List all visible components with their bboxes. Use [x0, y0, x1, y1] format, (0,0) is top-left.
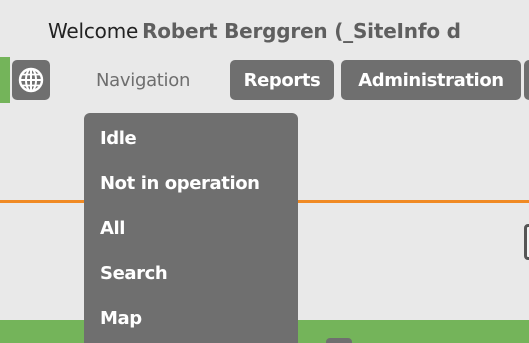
- nav-navigation[interactable]: Navigation: [96, 70, 190, 91]
- dropdown-item-map[interactable]: Map: [100, 308, 142, 329]
- welcome-user[interactable]: Robert Berggren (_SiteInfo d: [142, 19, 461, 43]
- dropdown-item-not-in-operation[interactable]: Not in operation: [100, 173, 260, 194]
- green-bar-chip[interactable]: [326, 338, 352, 343]
- navigation-dropdown: Idle Not in operation All Search Map: [84, 113, 298, 343]
- edge-checkbox[interactable]: [524, 224, 529, 260]
- dropdown-item-all[interactable]: All: [100, 218, 125, 239]
- dropdown-item-search[interactable]: Search: [100, 263, 168, 284]
- left-accent-bar: [0, 57, 10, 103]
- welcome-prefix: Welcome: [48, 19, 139, 43]
- globe-icon: [18, 67, 44, 93]
- dropdown-item-idle[interactable]: Idle: [100, 128, 137, 149]
- welcome-text: Welcome Robert Berggren (_SiteInfo d: [48, 19, 461, 43]
- page: Welcome Robert Berggren (_SiteInfo d Navi…: [0, 0, 529, 343]
- more-nav-button[interactable]: [524, 60, 529, 100]
- administration-button[interactable]: Administration: [341, 60, 521, 100]
- globe-button[interactable]: [12, 60, 50, 100]
- reports-button[interactable]: Reports: [230, 60, 334, 100]
